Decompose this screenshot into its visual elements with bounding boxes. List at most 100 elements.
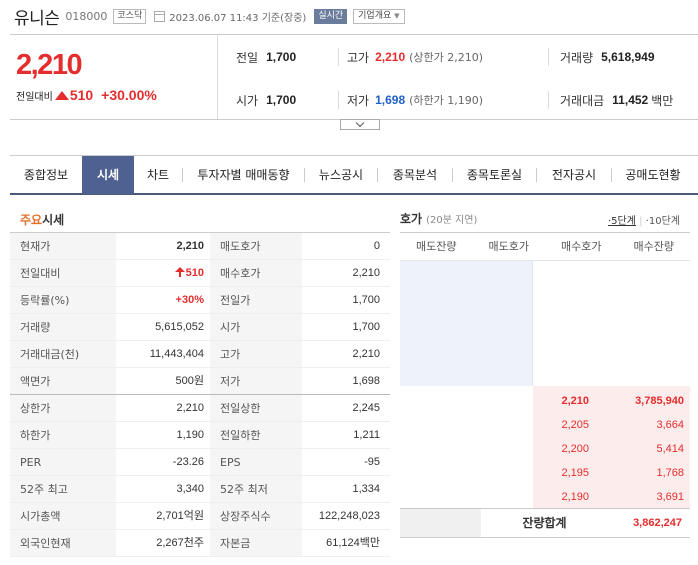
row-label: 매도호가: [210, 233, 302, 259]
divider: [338, 91, 339, 109]
row-value: 5,615,052: [155, 321, 204, 333]
depth-options: ·5단계 | ·10단계: [607, 216, 680, 227]
bid-quantity: 3,691: [656, 491, 684, 503]
row-label: 전일가: [210, 287, 302, 313]
orderbook-columns: 매도잔량 매도호가 매수호가 매수잔량: [400, 233, 690, 261]
up-arrow-icon: [174, 267, 185, 277]
prev-close: 전일 1,700: [236, 50, 297, 65]
current-price: 2,210: [16, 49, 83, 81]
tab-analysis[interactable]: 종목분석: [378, 156, 452, 194]
company-info-dropdown[interactable]: 기업개요 ▼: [353, 8, 405, 24]
row-value: 61,124백만: [326, 537, 380, 549]
bid-row: 2,195 1,768: [533, 461, 690, 485]
row-value: 11,443,404: [149, 348, 204, 360]
current-price-box: 2,210 전일대비 510 +30.00%: [10, 35, 218, 119]
table-row: 거래량 5,615,052 시가 1,700: [10, 314, 390, 341]
bid-row: 2,205 3,664: [533, 413, 690, 437]
column-header: 매수호가: [561, 240, 602, 253]
realtime-button[interactable]: 실시간: [314, 8, 348, 24]
row-label: 전일대비: [10, 260, 116, 286]
table-row: 등락률(%) +30% 전일가 1,700: [10, 287, 390, 314]
table-row: 상한가 2,210 전일상한 2,245: [10, 395, 390, 422]
expand-toggle-button[interactable]: [340, 118, 380, 130]
row-label: 52주 최저: [210, 476, 302, 502]
tab-discussion[interactable]: 종목토론실: [453, 156, 536, 194]
tab-overview[interactable]: 종합정보: [10, 156, 82, 194]
orderbook-table: 매도잔량 매도호가 매수호가 매수잔량: [400, 232, 690, 261]
main-quote-title: 주요시세: [20, 213, 65, 227]
tab-disclosure[interactable]: 전자공시: [537, 156, 611, 194]
total-value: 3,862,247: [633, 517, 682, 529]
row-label: 전일하한: [210, 422, 302, 448]
table-row: 시가총액 2,701억원 상장주식수 122,248,023: [10, 503, 390, 530]
bid-quantity: 5,414: [656, 443, 684, 455]
row-value: 2,210: [176, 402, 204, 414]
bid-quantity: 3,664: [656, 419, 684, 431]
main-tabs: 종합정보 시세 차트 투자자별 매매동향 뉴스공시 종목분석 종목토론실 전자공…: [10, 155, 698, 195]
bid-row: 2,190 3,691: [533, 485, 690, 509]
divider: [338, 48, 339, 66]
low-price: 저가 1,698 (하한가 1,190): [347, 93, 484, 108]
row-label: 하한가: [10, 422, 116, 448]
row-value: +30%: [175, 294, 204, 306]
row-value: 122,248,023: [318, 510, 380, 522]
row-value: 3,340: [176, 483, 204, 495]
row-value: 1,700: [352, 321, 380, 333]
market-badge: 코스닥: [113, 8, 147, 24]
row-value: 2,210: [352, 348, 380, 360]
column-header: 매도잔량: [416, 240, 457, 253]
change-label: 전일대비: [16, 91, 53, 103]
orderbook-header: 호가 (20분 지연) ·5단계 | ·10단계: [400, 210, 690, 230]
depth-5-link[interactable]: ·5단계: [608, 216, 636, 227]
table-row: 액면가 500원 저가 1,698: [10, 368, 390, 395]
depth-10-link[interactable]: ·10단계: [646, 216, 680, 227]
tab-chart[interactable]: 차트: [134, 156, 182, 194]
delay-note: (20분 지연): [426, 215, 478, 226]
divider: [548, 48, 549, 66]
column-header: 매도호가: [488, 240, 529, 253]
row-label: 시가총액: [10, 503, 116, 529]
row-value: 1,334: [352, 483, 380, 495]
row-value: 2,701억원: [156, 510, 204, 522]
up-arrow-icon: [54, 90, 69, 100]
stock-header: 유니슨 018000 코스닥 2023.06.07 11:43 기준(장중) 실…: [0, 0, 698, 32]
row-label: 상장주식수: [210, 503, 302, 529]
divider: [548, 91, 549, 109]
tab-short-selling[interactable]: 공매도현황: [612, 156, 694, 194]
chevron-down-icon: ▼: [394, 11, 400, 20]
bid-quantity: 1,768: [656, 467, 684, 479]
row-label: PER: [10, 449, 116, 475]
table-row: 하한가 1,190 전일하한 1,211: [10, 422, 390, 449]
row-value: 1,211: [353, 429, 380, 441]
row-value: -95: [364, 456, 380, 468]
bid-price: 2,200: [561, 443, 589, 455]
row-value: 2,210: [352, 267, 380, 279]
tab-news[interactable]: 뉴스공시: [305, 156, 377, 194]
row-value: 2,267천주: [156, 537, 204, 549]
row-value: 0: [373, 240, 380, 252]
high-price: 고가 2,210 (상한가 2,210): [347, 50, 484, 65]
trade-amount: 거래대금 11,452 백만: [560, 93, 674, 108]
row-value: 2,245: [352, 402, 380, 414]
tab-quote[interactable]: 시세: [82, 156, 134, 194]
calendar-icon: [154, 10, 166, 22]
row-label: 전일상한: [210, 395, 302, 421]
orderbook-title: 호가: [400, 212, 423, 226]
row-label: 자본금: [210, 530, 302, 556]
tab-investor-trend[interactable]: 투자자별 매매동향: [183, 156, 304, 194]
ask-area: [400, 261, 532, 386]
total-spacer: [400, 509, 481, 537]
row-value: 1,700: [352, 294, 380, 306]
table-row: 외국인현재 2,267천주 자본금 61,124백만: [10, 530, 390, 557]
row-value: 1,698: [352, 375, 380, 387]
row-value: 500원: [175, 375, 204, 387]
row-label: 등락률(%): [10, 287, 116, 313]
row-label: 상한가: [10, 395, 116, 421]
price-change: 전일대비 510 +30.00%: [16, 87, 157, 103]
table-row: PER -23.26 EPS -95: [10, 449, 390, 476]
chevron-down-icon: [355, 118, 365, 127]
row-label: 거래량: [10, 314, 116, 340]
open-price: 시가 1,700: [236, 93, 297, 108]
bid-price: 2,210: [561, 395, 589, 407]
column-header: 매수잔량: [633, 240, 674, 253]
